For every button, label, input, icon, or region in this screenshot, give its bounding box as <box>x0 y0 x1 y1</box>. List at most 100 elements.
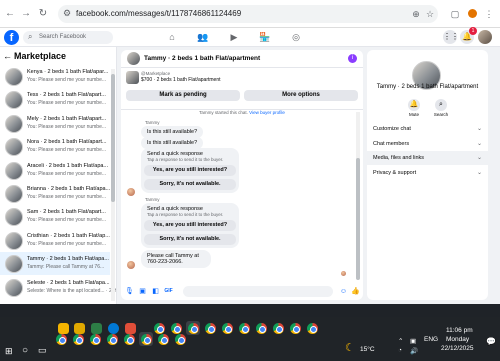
quick-reply-yes-button[interactable]: Yes, are you still interested? <box>144 220 236 231</box>
profile-icon[interactable] <box>466 8 478 20</box>
conversation-item[interactable]: Nora · 2 beds 1 bath Flat/apart... You: P… <box>0 135 110 158</box>
back-arrow-icon[interactable]: ← <box>3 51 12 61</box>
section-media-files-links[interactable]: Media, files and links ⌄ <box>367 151 488 165</box>
photo-icon[interactable]: ▣ <box>138 287 147 296</box>
facebook-search-input[interactable]: ⌕ Search Facebook <box>23 31 113 44</box>
quick-response-subtitle: Tap a response to send it to the buyer. <box>147 157 224 162</box>
start-icon[interactable]: ⊞ <box>5 346 13 357</box>
conversation-item[interactable]: Araceli · 2 beds 1 bath Flat/apa... You: … <box>0 159 110 182</box>
bookmark-star-icon[interactable]: ☆ <box>424 8 436 20</box>
conversation-item[interactable]: Tess · 2 beds 1 bath Flat/apart... You: P… <box>0 88 110 111</box>
quick-reply-no-button[interactable]: Sorry, it's not available. <box>144 179 236 190</box>
conversation-item[interactable]: Mely · 2 beds 1 bath Flat/apart... You: P… <box>0 112 110 135</box>
temperature-text[interactable]: 15°C <box>360 346 375 353</box>
clock-date[interactable]: 22/12/2025 <box>441 345 474 352</box>
bell-mute-icon[interactable]: 🔔 <box>408 99 420 111</box>
chrome-window-icon[interactable] <box>203 321 217 335</box>
sender-avatar[interactable] <box>127 188 135 196</box>
chrome-window-icon[interactable] <box>88 332 102 346</box>
chat-scrollbar[interactable] <box>356 112 360 280</box>
chrome-window-icon[interactable] <box>305 321 319 335</box>
conversation-thumbnail <box>5 68 23 86</box>
language-indicator[interactable]: ENG <box>424 336 438 343</box>
home-icon[interactable]: ⌂ <box>166 31 178 43</box>
mute-label: Mute <box>408 112 419 117</box>
info-icon[interactable]: i <box>348 54 357 63</box>
emoji-icon[interactable]: ☺ <box>339 287 348 296</box>
sender-avatar[interactable] <box>127 261 135 269</box>
conversation-item[interactable]: Sam · 2 beds 1 bath Flat/apart... You: Pl… <box>0 205 110 228</box>
search-icon[interactable]: ⌕ <box>435 99 447 111</box>
site-info-icon[interactable]: ⚙ <box>63 8 71 19</box>
friends-icon[interactable]: 👥 <box>197 31 209 43</box>
conversation-item[interactable]: Tammy · 2 beds 1 bath Flat/apa... Tammy: … <box>0 252 110 276</box>
like-thumb-icon[interactable]: 👍 <box>351 287 360 296</box>
conversation-item[interactable]: Brianna · 2 beds 1 bath Flat/apa... You: … <box>0 182 110 205</box>
extensions-icon[interactable]: ▢ <box>449 8 461 20</box>
conversation-item[interactable]: Seleste · 2 beds 1 bath Flat/apa... Seles… <box>0 276 116 299</box>
listing-thumbnail[interactable] <box>127 52 140 65</box>
marketplace-title: Marketplace <box>14 51 67 61</box>
chrome-window-icon[interactable] <box>271 321 285 335</box>
conversation-item[interactable]: Kenya · 2 beds 1 bath Flat/apar... You: P… <box>0 65 110 88</box>
notifications-bell-icon[interactable]: 🔔 1 <box>460 27 477 44</box>
chrome-window-icon[interactable] <box>122 332 136 346</box>
forward-arrow-icon[interactable]: → <box>20 8 32 20</box>
moon-weather-icon[interactable]: ☾ <box>345 341 355 354</box>
apps-grid-icon[interactable]: ⋮⋮ <box>443 30 459 44</box>
chrome-window-icon[interactable] <box>288 321 302 335</box>
section-customize-chat[interactable]: Customize chat ⌄ <box>367 122 488 136</box>
list-scrollbar[interactable] <box>111 69 115 301</box>
groups-icon[interactable]: ◎ <box>290 31 302 43</box>
chat-title[interactable]: Tammy · 2 beds 1 bath Flat/apartment <box>144 55 260 62</box>
conversation-title: Kenya · 2 beds 1 bath Flat/apar... <box>27 69 109 75</box>
conversation-preview: You: Please send me your numbe... <box>27 170 107 177</box>
section-chat-members[interactable]: Chat members ⌄ <box>367 137 488 151</box>
conversation-title: Tess · 2 beds 1 bath Flat/apart... <box>27 92 106 99</box>
notification-center-icon[interactable]: 💬 <box>486 337 496 346</box>
quick-reply-no-button[interactable]: Sorry, it's not available. <box>144 234 236 245</box>
chrome-window-icon[interactable] <box>220 321 234 335</box>
view-buyer-profile-link[interactable]: View buyer profile <box>249 110 285 115</box>
quick-reply-yes-button[interactable]: Yes, are you still interested? <box>144 165 236 176</box>
gif-icon[interactable]: GIF <box>164 287 173 296</box>
more-options-button[interactable]: More options <box>244 90 358 101</box>
back-arrow-icon[interactable]: ← <box>4 8 16 20</box>
volume-icon[interactable]: 🔊 <box>410 347 418 355</box>
taskbar-bottom-row: ⊞ ○ ▭ ☾ 15°C ⌃ ▣ ◔ 🔊 ENG 11:06 pm Monday… <box>0 327 500 361</box>
chrome-icon <box>73 334 84 345</box>
conversation-item[interactable]: Cristhian · 2 beds 1 bath Flat/ap... You:… <box>0 229 110 252</box>
address-bar[interactable]: ⚙ facebook.com/messages/t/11787468611244… <box>58 5 438 23</box>
menu-dots-icon[interactable]: ⋮ <box>483 8 495 20</box>
clock-day[interactable]: Monday <box>446 336 469 343</box>
sticker-icon[interactable]: ◧ <box>151 287 160 296</box>
video-icon[interactable]: ▶ <box>228 31 240 43</box>
message-input[interactable] <box>183 286 333 297</box>
section-privacy-support[interactable]: Privacy & support ⌄ <box>367 166 488 180</box>
facebook-logo-icon[interactable]: f <box>4 30 19 45</box>
clock-time[interactable]: 11:06 pm <box>446 327 473 334</box>
chrome-window-icon[interactable] <box>173 332 187 346</box>
conversation-title: Seleste · 2 beds 1 bath Flat/apa... <box>27 279 110 286</box>
chrome-window-icon[interactable] <box>237 321 251 335</box>
marketplace-icon[interactable]: 🏪 <box>259 31 271 43</box>
chrome-window-icon[interactable] <box>156 332 170 346</box>
chrome-window-icon[interactable] <box>254 321 268 335</box>
reload-icon[interactable]: ↻ <box>37 8 49 20</box>
zoom-icon[interactable]: ⊕ <box>410 8 422 20</box>
chrome-window-icon[interactable] <box>54 332 68 346</box>
search-placeholder: Search Facebook <box>39 34 87 40</box>
listing-image[interactable] <box>126 71 139 84</box>
mark-as-pending-button[interactable]: Mark as pending <box>126 90 240 101</box>
chrome-window-icon[interactable] <box>71 332 85 346</box>
tray-chevron-icon[interactable]: ⌃ <box>398 337 403 345</box>
chrome-window-icon[interactable] <box>186 321 200 335</box>
chrome-window-icon[interactable] <box>139 332 153 346</box>
search-circle-icon[interactable]: ○ <box>22 345 28 356</box>
microphone-icon[interactable]: 🎙 <box>125 287 134 296</box>
chrome-window-icon[interactable] <box>105 332 119 346</box>
account-avatar[interactable] <box>478 30 492 44</box>
wifi-icon[interactable]: ◔ <box>398 347 402 354</box>
task-view-icon[interactable]: ▭ <box>38 345 47 356</box>
network-icon[interactable]: ▣ <box>410 337 416 345</box>
